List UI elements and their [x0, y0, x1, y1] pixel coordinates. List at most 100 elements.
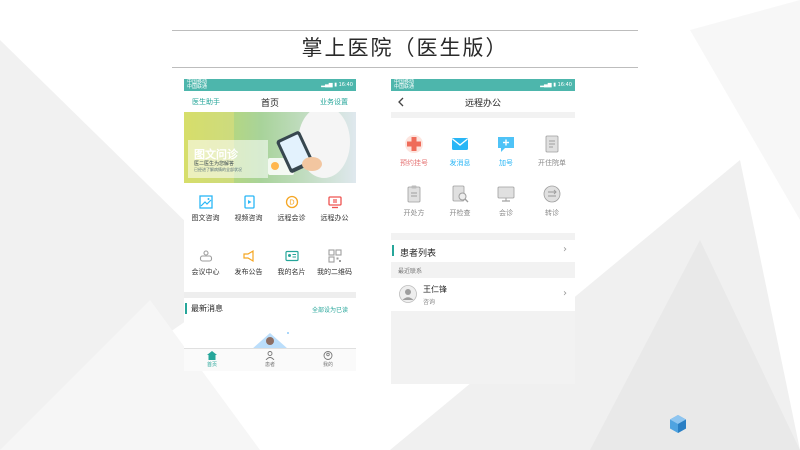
grid-item-admission-order[interactable]: 开住院单 — [529, 134, 575, 168]
patient-list-row[interactable]: 患者列表 › — [391, 240, 575, 262]
empty-news-illustration — [252, 332, 289, 349]
grid-label: 开处方 — [403, 209, 425, 217]
grid-item-send-message[interactable]: 发消息 — [437, 134, 483, 168]
tab-label: 首页 — [206, 362, 217, 368]
status-bar: 中国移动 中国联通 ▂▄▆ ▮ 16:40 — [184, 79, 356, 91]
avatar — [399, 285, 417, 303]
banner-caption: 已经进了解病情的全部状况 — [194, 167, 242, 172]
grid-label: 发消息 — [449, 159, 471, 167]
grid-label: 我的二维码 — [317, 268, 352, 276]
grid-item-meeting-center[interactable]: 会议中心 — [184, 249, 227, 277]
chevron-right-icon: › — [563, 288, 567, 299]
tab-profile[interactable]: 我的 — [308, 351, 348, 368]
carrier-2: 中国联通 — [394, 84, 415, 90]
status-time: 16:40 — [557, 82, 572, 88]
phone-home-screen: 中国移动 中国联通 ▂▄▆ ▮ 16:40 医生助手 首页 业务设置 图文问诊 … — [184, 79, 356, 371]
grid-item-consultation[interactable]: 会诊 — [483, 184, 529, 218]
title-rule-bottom — [172, 67, 638, 68]
tab-label: 我的 — [322, 362, 333, 368]
grid-item-add-slot[interactable]: 加号 — [483, 134, 529, 168]
signal-icon: ▂▄▆ ▮ — [321, 82, 337, 88]
chat-plus-icon — [498, 137, 514, 152]
news-header: 最新消息 全部设为已读 — [184, 300, 356, 318]
promo-banner[interactable]: 图文问诊 医二医生为您解答 已经进了解病情的全部状况 — [184, 112, 356, 183]
accent-bar — [185, 303, 187, 314]
document-icon — [545, 135, 559, 153]
grid-label: 转诊 — [545, 209, 559, 217]
news-title: 最新消息 — [191, 304, 223, 313]
patient-list-title: 患者列表 — [400, 249, 437, 259]
tab-patients[interactable]: 患者 — [250, 351, 290, 368]
video-icon — [243, 195, 255, 209]
grid-label: 远程办公 — [320, 214, 349, 222]
profile-icon — [323, 351, 333, 360]
meeting-icon — [199, 250, 212, 262]
page-title: 远程办公 — [464, 99, 501, 109]
empty-area — [391, 311, 575, 384]
grid-item-appointment[interactable]: 预约挂号 — [391, 134, 437, 168]
top-nav: 医生助手 首页 业务设置 — [184, 91, 356, 112]
top-nav: 远程办公 — [391, 91, 575, 112]
grid-item-prescription[interactable]: 开处方 — [391, 184, 437, 218]
banner-subtitle: 医二医生为您解答 — [194, 161, 235, 167]
brand-logo-icon — [670, 415, 686, 433]
mail-icon — [452, 138, 468, 150]
grid-label: 预约挂号 — [400, 159, 428, 167]
grid-item-referral[interactable]: 转诊 — [529, 184, 575, 218]
carrier-2: 中国联通 — [187, 84, 208, 90]
clipboard-icon — [407, 185, 421, 203]
grid-label: 图文咨询 — [191, 214, 220, 222]
cross-icon — [405, 135, 423, 153]
status-right: ▂▄▆ ▮ 16:40 — [540, 82, 572, 88]
grid-item-my-qrcode[interactable]: 我的二维码 — [313, 249, 356, 277]
image-icon — [198, 195, 213, 209]
grid-item-image-consult[interactable]: 图文咨询 — [184, 195, 227, 223]
recent-contacts-caption: 最近联系 — [398, 268, 423, 275]
grid-label: 我的名片 — [277, 268, 306, 276]
transfer-icon — [543, 185, 561, 203]
tab-label: 患者 — [264, 362, 275, 368]
grid-item-my-card[interactable]: 我的名片 — [270, 249, 313, 277]
status-bar: 中国移动 中国联通 ▂▄▆ ▮ 16:40 — [391, 79, 575, 91]
phone-remote-office-screen: 中国移动 中国联通 ▂▄▆ ▮ 16:40 远程办公 预约挂号 发消息 加号 开… — [391, 79, 575, 384]
grid-label: 会议中心 — [191, 268, 220, 276]
grid-label: 开检查 — [449, 209, 471, 217]
qrcode-icon — [327, 249, 342, 263]
section-divider — [184, 292, 356, 298]
accent-bar — [392, 245, 394, 256]
grid-item-order-exam[interactable]: 开检查 — [437, 184, 483, 218]
carrier-labels: 中国移动 中国联通 — [187, 80, 207, 90]
chevron-right-icon: › — [563, 244, 567, 255]
grid-label: 会诊 — [499, 209, 513, 217]
grid-item-video-consult[interactable]: 视频咨询 — [227, 195, 270, 223]
exam-icon — [452, 185, 469, 203]
card-icon — [284, 250, 299, 262]
megaphone-icon — [242, 249, 254, 263]
grid-label: 发布公告 — [234, 268, 263, 276]
grid-item-post-notice[interactable]: 发布公告 — [227, 249, 270, 277]
contact-name: 王仁锋 — [423, 285, 447, 294]
bottom-tab-bar: 首页 患者 我的 — [184, 348, 356, 371]
monitor-icon — [327, 196, 342, 209]
grid-label: 远程会诊 — [277, 214, 306, 222]
screen-icon — [497, 186, 515, 202]
grid-label: 视频咨询 — [234, 214, 263, 222]
tab-home[interactable]: 首页 — [192, 351, 232, 368]
svg-text:D: D — [289, 199, 294, 207]
mark-all-read-link[interactable]: 全部设为已读 — [312, 305, 348, 314]
signal-icon: ▂▄▆ ▮ — [540, 82, 556, 88]
grid-item-remote-consult[interactable]: D 远程会诊 — [270, 195, 313, 223]
contact-row[interactable]: 王仁锋 咨询 › — [391, 278, 575, 311]
title-rule-top — [172, 30, 638, 31]
patient-icon — [265, 351, 275, 360]
carrier-labels: 中国移动 中国联通 — [394, 80, 414, 90]
home-icon — [207, 351, 217, 360]
status-time: 16:40 — [338, 82, 353, 88]
grid-label: 开住院单 — [538, 159, 566, 167]
contact-subtitle: 咨询 — [423, 299, 436, 306]
slide-title: 掌上医院（医生版） — [301, 36, 509, 60]
status-right: ▂▄▆ ▮ 16:40 — [321, 82, 353, 88]
business-settings-link[interactable]: 业务设置 — [320, 97, 348, 107]
action-grid: 预约挂号 发消息 加号 开住院单 开处方 开检查 会诊 转诊 — [391, 118, 575, 233]
grid-item-remote-office[interactable]: 远程办公 — [313, 195, 356, 223]
